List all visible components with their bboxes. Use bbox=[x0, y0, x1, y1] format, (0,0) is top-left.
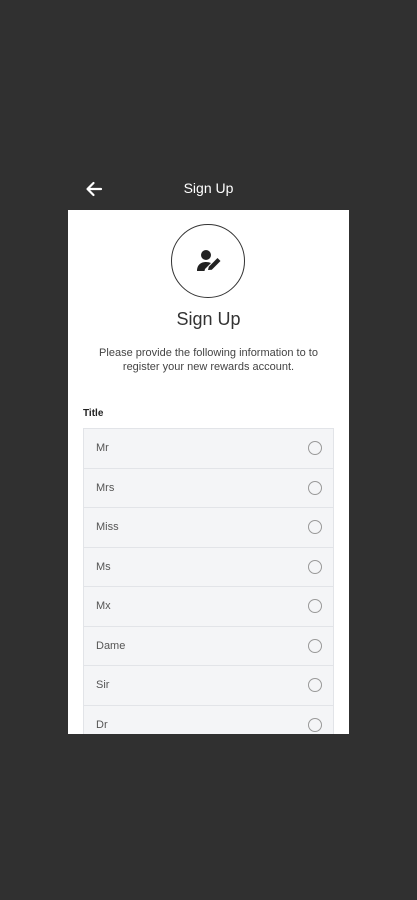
radio-button[interactable] bbox=[308, 559, 322, 574]
option-label: Sir bbox=[96, 679, 110, 691]
radio-button[interactable] bbox=[308, 638, 322, 653]
radio-button[interactable] bbox=[308, 717, 322, 732]
title-option-dr[interactable]: Dr bbox=[84, 706, 333, 735]
radio-button[interactable] bbox=[308, 480, 322, 495]
title-option-ms[interactable]: Ms bbox=[84, 548, 333, 587]
title-option-mrs[interactable]: Mrs bbox=[84, 469, 333, 508]
option-label: Dame bbox=[96, 639, 126, 652]
title-option-mx[interactable]: Mx bbox=[84, 587, 333, 627]
radio-button[interactable] bbox=[308, 599, 322, 613]
user-edit-icon bbox=[197, 250, 221, 271]
page-title: Sign Up bbox=[183, 180, 234, 196]
radio-button[interactable] bbox=[308, 678, 322, 692]
signup-description: Please provide the following information… bbox=[99, 347, 318, 373]
option-label: Mx bbox=[96, 600, 111, 612]
title-option-miss[interactable]: Miss bbox=[84, 508, 333, 548]
radio-button[interactable] bbox=[308, 441, 322, 455]
title-option-sir[interactable]: Sir bbox=[84, 666, 333, 706]
title-field-label: Title bbox=[83, 408, 104, 419]
option-label: Ms bbox=[96, 560, 111, 573]
title-radio-group: Mr Mrs Miss Ms Mx Dame Sir Dr bbox=[83, 428, 334, 734]
app-header: Sign Up bbox=[68, 170, 349, 208]
title-option-dame[interactable]: Dame bbox=[84, 627, 333, 666]
option-label: Dr bbox=[96, 718, 108, 731]
option-label: Mrs bbox=[96, 481, 115, 494]
avatar bbox=[171, 224, 245, 298]
radio-button[interactable] bbox=[308, 520, 322, 534]
title-option-mr[interactable]: Mr bbox=[84, 429, 333, 469]
option-label: Miss bbox=[96, 521, 119, 533]
signup-heading: Sign Up bbox=[176, 309, 241, 329]
option-label: Mr bbox=[96, 442, 109, 454]
signup-card: Sign Up Please provide the following inf… bbox=[68, 210, 349, 734]
